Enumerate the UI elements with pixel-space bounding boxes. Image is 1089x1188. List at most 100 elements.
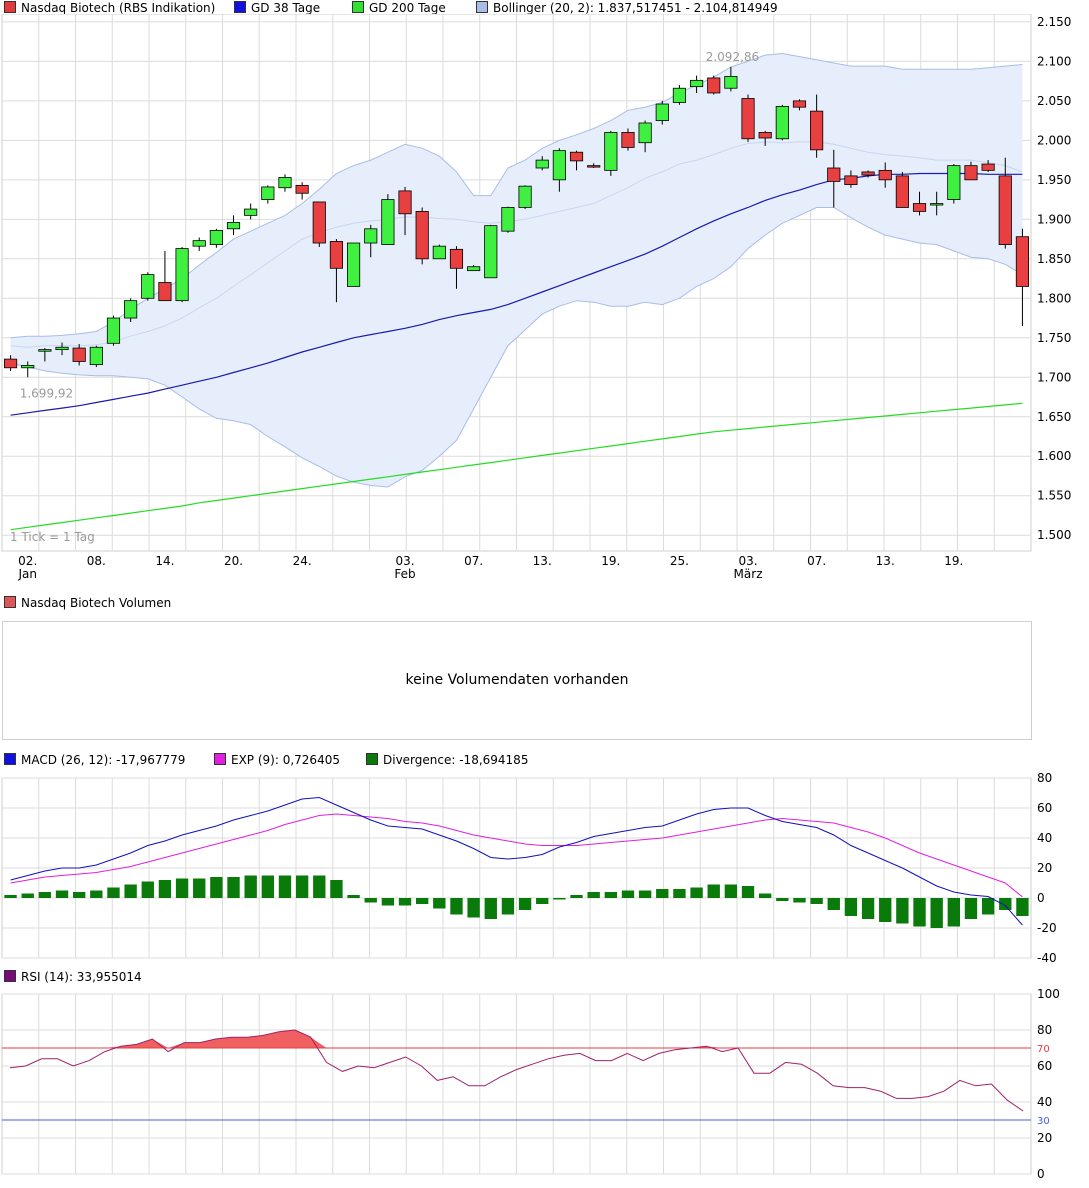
divergence-bar — [278, 875, 292, 898]
legend-swatch — [476, 1, 488, 13]
divergence-bar — [141, 881, 154, 898]
y-tick-label: 1.750 — [1037, 331, 1071, 345]
volume-message: keine Volumendaten vorhanden — [405, 672, 629, 688]
x-tick-label: 07. — [464, 554, 483, 568]
y-tick-label: -40 — [1037, 951, 1057, 965]
divergence-bar — [158, 880, 172, 898]
divergence-bar — [707, 884, 720, 898]
x-month-label: Feb — [394, 567, 415, 581]
candle-body — [278, 177, 292, 189]
candle-body — [707, 77, 721, 94]
y-tick-label: 60 — [1037, 801, 1052, 815]
candle-body — [381, 199, 395, 245]
candle-body — [690, 79, 704, 88]
legend-swatch — [4, 1, 16, 13]
divergence-bar — [313, 875, 326, 898]
divergence-bar — [73, 892, 86, 898]
candle-body — [758, 132, 772, 139]
candle-body — [895, 175, 909, 208]
x-tick-label: 24. — [293, 554, 312, 568]
divergence-bar — [999, 898, 1012, 910]
candle-body — [449, 248, 464, 269]
divergence-bar — [398, 898, 412, 906]
divergence-bar — [690, 887, 703, 898]
candle-body — [432, 245, 446, 260]
y-tick-label: 1.700 — [1037, 370, 1071, 384]
divergence-bar — [330, 880, 343, 898]
y-tick-label: 30 — [1037, 1116, 1050, 1127]
macd-chart: -40 -20 0 20 40 60 80 — [1, 771, 1057, 965]
divergence-bar — [913, 898, 926, 927]
candle-body — [569, 151, 584, 162]
divergence-bar — [364, 898, 377, 903]
divergence-bar — [741, 886, 755, 898]
legend-item-macd: MACD (26, 12): -17,967779 — [4, 752, 185, 768]
divergence-bar — [295, 875, 309, 898]
y-tick-label: 40 — [1037, 831, 1052, 845]
y-tick-label: 1.850 — [1037, 252, 1071, 266]
y-tick-label: 60 — [1037, 1059, 1052, 1073]
legend-swatch — [366, 753, 378, 765]
x-tick-label: 25. — [670, 554, 689, 568]
candle-body — [141, 274, 155, 299]
divergence-bar — [433, 898, 446, 909]
candle-body — [587, 165, 601, 168]
rsi-chart: 0 20 30 40 60 70 80 100 — [1, 987, 1060, 1181]
candle-body — [484, 225, 498, 279]
divergence-bar — [227, 877, 240, 898]
y-tick-label: 40 — [1037, 1095, 1052, 1109]
legend-swatch — [4, 596, 16, 608]
divergence-bar — [467, 898, 480, 918]
divergence-bar — [536, 898, 549, 904]
legend-swatch — [234, 1, 246, 13]
legend-swatch — [4, 970, 16, 982]
divergence-bar — [896, 898, 909, 924]
y-tick-label: 80 — [1037, 771, 1052, 785]
divergence-bar — [553, 898, 566, 900]
y-tick-label: 1.650 — [1037, 410, 1071, 424]
x-tick-label: 13. — [533, 554, 552, 568]
divergence-bar — [193, 878, 206, 898]
divergence-bar — [450, 898, 463, 915]
candle-body — [244, 208, 258, 216]
legend-item-exp: EXP (9): 0,726405 — [214, 752, 340, 768]
candle-body — [347, 242, 361, 287]
divergence-bar — [38, 892, 52, 898]
x-month-label: Jan — [17, 567, 37, 581]
candle-body — [535, 159, 549, 169]
annotation-label: 1.699,92 — [20, 386, 73, 400]
candle-body — [501, 207, 515, 232]
candle-body — [312, 201, 326, 244]
y-tick-label: 1.800 — [1037, 291, 1071, 305]
divergence-bar — [244, 875, 257, 898]
divergence-bar — [776, 898, 789, 901]
y-tick-label: 1.900 — [1037, 212, 1071, 226]
divergence-bar — [810, 898, 823, 904]
candle-body — [38, 349, 52, 352]
divergence-bar — [930, 898, 943, 928]
divergence-bar — [673, 889, 686, 898]
candle-body — [844, 175, 858, 185]
y-tick-label: 2.100 — [1037, 54, 1071, 68]
x-tick-label: 19. — [944, 554, 963, 568]
candle-body — [964, 165, 978, 181]
x-tick-label: 19. — [601, 554, 620, 568]
candle-body — [947, 165, 961, 200]
candle-body — [672, 87, 686, 103]
candle-body — [741, 98, 755, 140]
candle-body — [398, 190, 412, 215]
y-tick-label: 0 — [1037, 1167, 1045, 1181]
candle-body — [261, 186, 275, 200]
candle-body — [55, 346, 69, 351]
divergence-bar — [861, 898, 875, 919]
divergence-bar — [827, 898, 840, 910]
candle-body — [89, 346, 103, 366]
tick-note: 1 Tick = 1 Tag — [10, 530, 95, 544]
y-tick-label: 100 — [1037, 987, 1060, 1001]
y-tick-label: 80 — [1037, 1023, 1052, 1037]
candle-body — [638, 122, 652, 144]
divergence-bar — [21, 893, 34, 898]
divergence-bar — [90, 890, 103, 898]
candle-body — [810, 110, 824, 151]
candle-body — [878, 169, 892, 181]
